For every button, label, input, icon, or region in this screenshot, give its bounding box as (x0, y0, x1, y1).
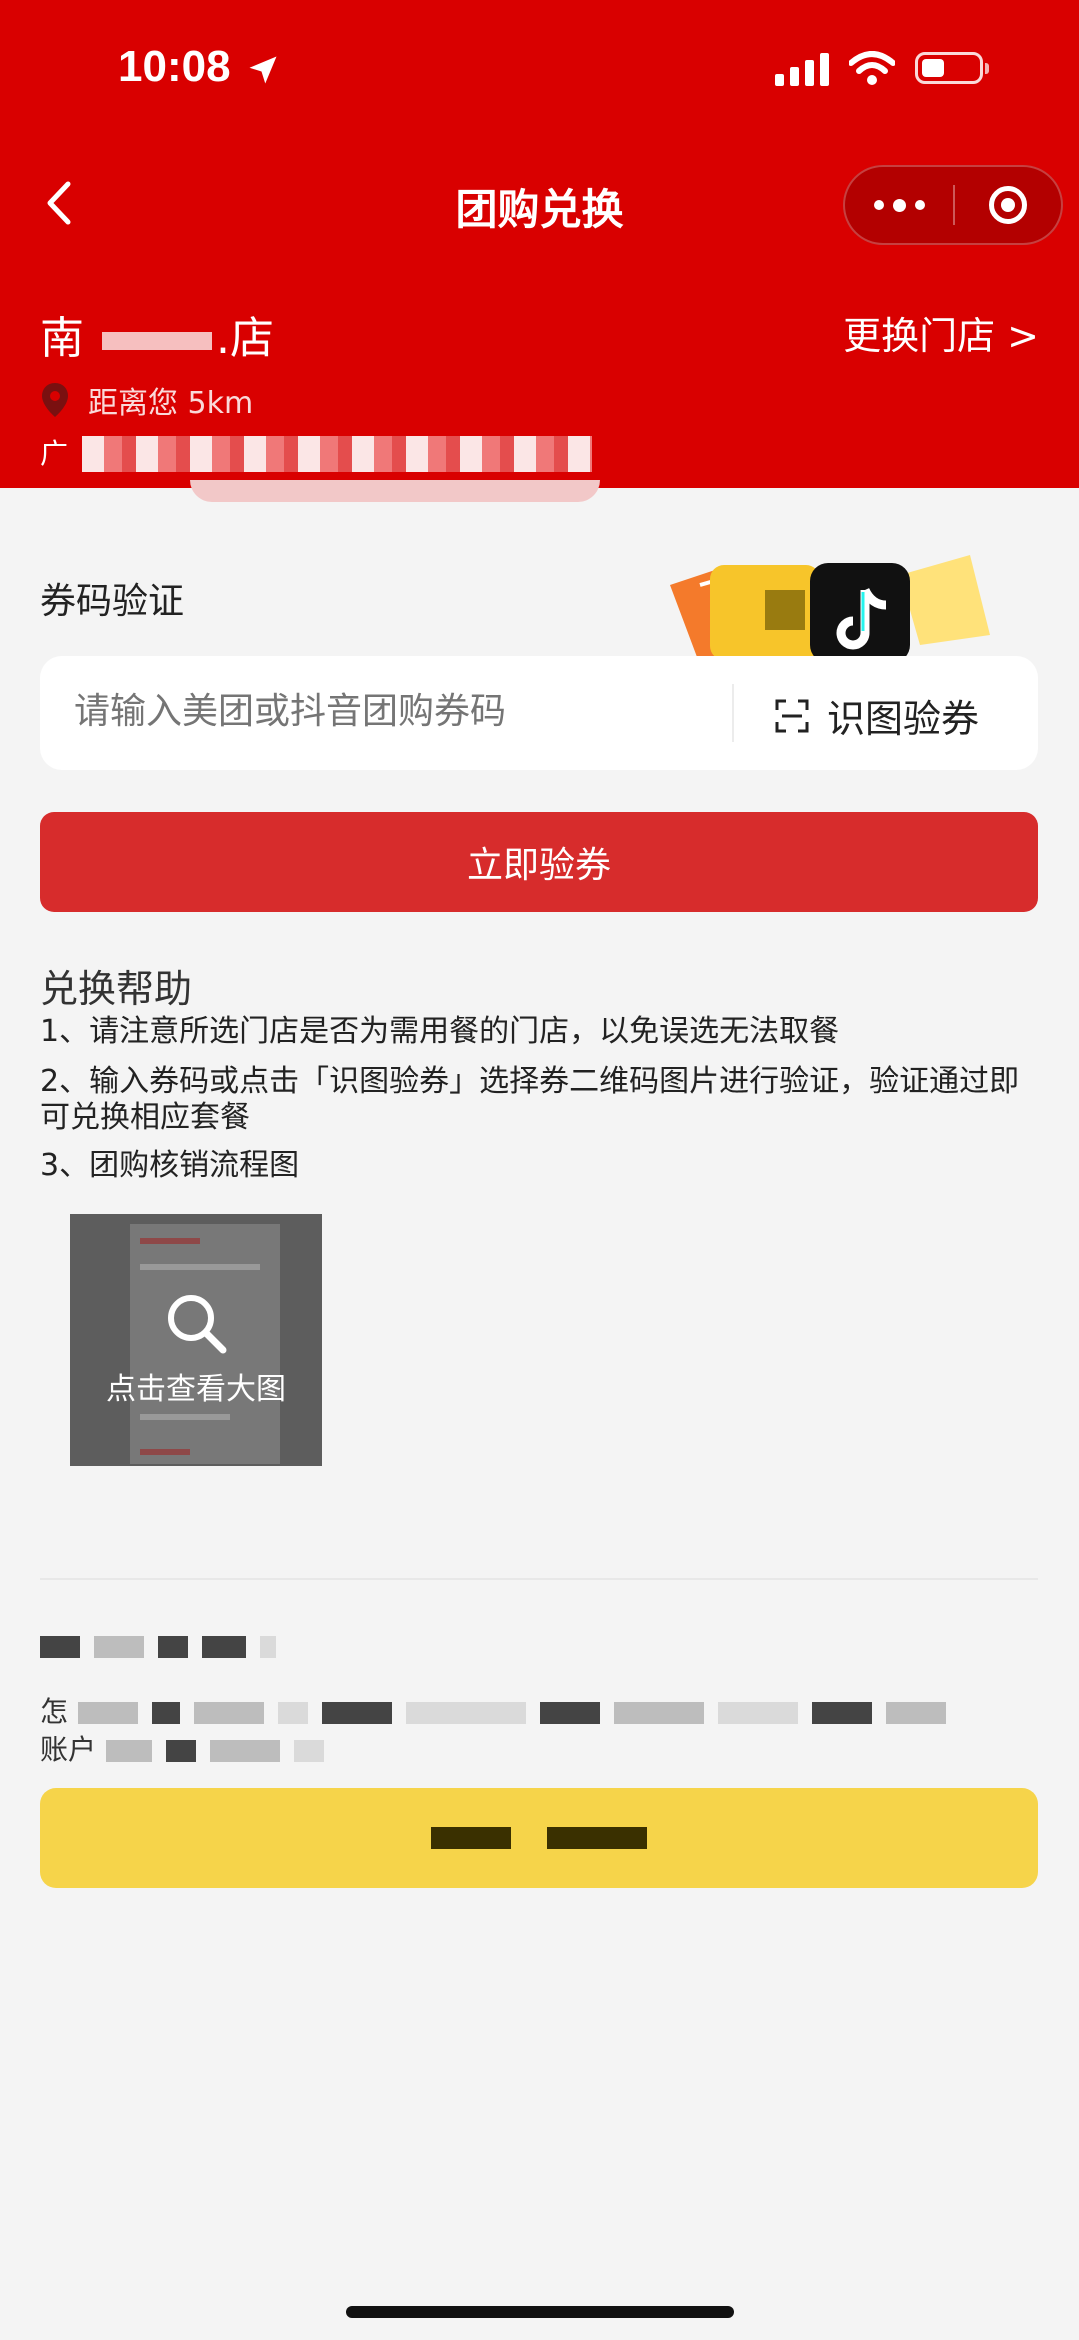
address-underline-decoration (190, 480, 600, 502)
signal-icon (775, 50, 829, 86)
redacted-yellow-button[interactable] (40, 1788, 1038, 1888)
store-distance: 距离您 5km (40, 378, 253, 422)
status-icons (775, 50, 989, 86)
distance-text: 距离您 5km (88, 386, 254, 421)
redacted-line-2: 怎 (40, 1690, 960, 1728)
help-item-2: 2、输入券码或点击「识图验券」选择券二维码图片进行验证，验证通过即可兑换相应套餐 (40, 1064, 1020, 1135)
location-pin-icon (42, 383, 68, 417)
redacted-line-3: 账户 (40, 1728, 338, 1766)
close-miniprogram-button[interactable] (955, 186, 1061, 224)
view-large-image-label: 点击查看大图 (106, 1372, 286, 1407)
address-prefix: 广 (40, 437, 69, 470)
store-name-suffix: .店 (216, 313, 274, 364)
battery-icon (915, 52, 989, 84)
coupon-input-card: 识图验券 (40, 656, 1038, 770)
verify-now-button[interactable]: 立即验券 (40, 812, 1038, 912)
help-title: 兑换帮助 (40, 967, 193, 1011)
section-divider (40, 1578, 1038, 1580)
coupon-section-title: 券码验证 (40, 581, 185, 622)
coupon-decoration-icon (670, 555, 990, 665)
redacted-line-1 (40, 1636, 290, 1664)
target-icon (988, 186, 1027, 224)
home-indicator (346, 2306, 734, 2318)
scan-label: 识图验券 (827, 697, 980, 741)
address-redacted (82, 436, 592, 472)
magnifier-icon (168, 1295, 227, 1354)
scan-icon (775, 699, 809, 732)
coupon-code-input[interactable] (72, 690, 736, 733)
scan-image-button[interactable]: 识图验券 (775, 688, 979, 743)
help-item-3: 3、团购核销流程图 (40, 1148, 300, 1183)
change-store-link[interactable]: 更换门店 > (843, 305, 1039, 360)
miniprogram-capsule (843, 165, 1063, 245)
wifi-icon (849, 51, 895, 85)
flow-chart-thumbnail[interactable]: 点击查看大图 (70, 1214, 322, 1466)
store-name-redacted (102, 332, 212, 350)
help-item-1: 1、请注意所选门店是否为需用餐的门店，以免误选无法取餐 (40, 1014, 840, 1049)
line3-prefix: 账户 (40, 1733, 97, 1766)
input-separator (732, 684, 734, 742)
store-name-prefix: 南 (40, 313, 84, 364)
more-button[interactable] (845, 167, 953, 243)
location-arrow-icon (249, 56, 277, 84)
line2-prefix: 怎 (40, 1695, 69, 1728)
status-time: 10:08 (118, 42, 231, 91)
store-name: 南 .店 (40, 302, 274, 366)
